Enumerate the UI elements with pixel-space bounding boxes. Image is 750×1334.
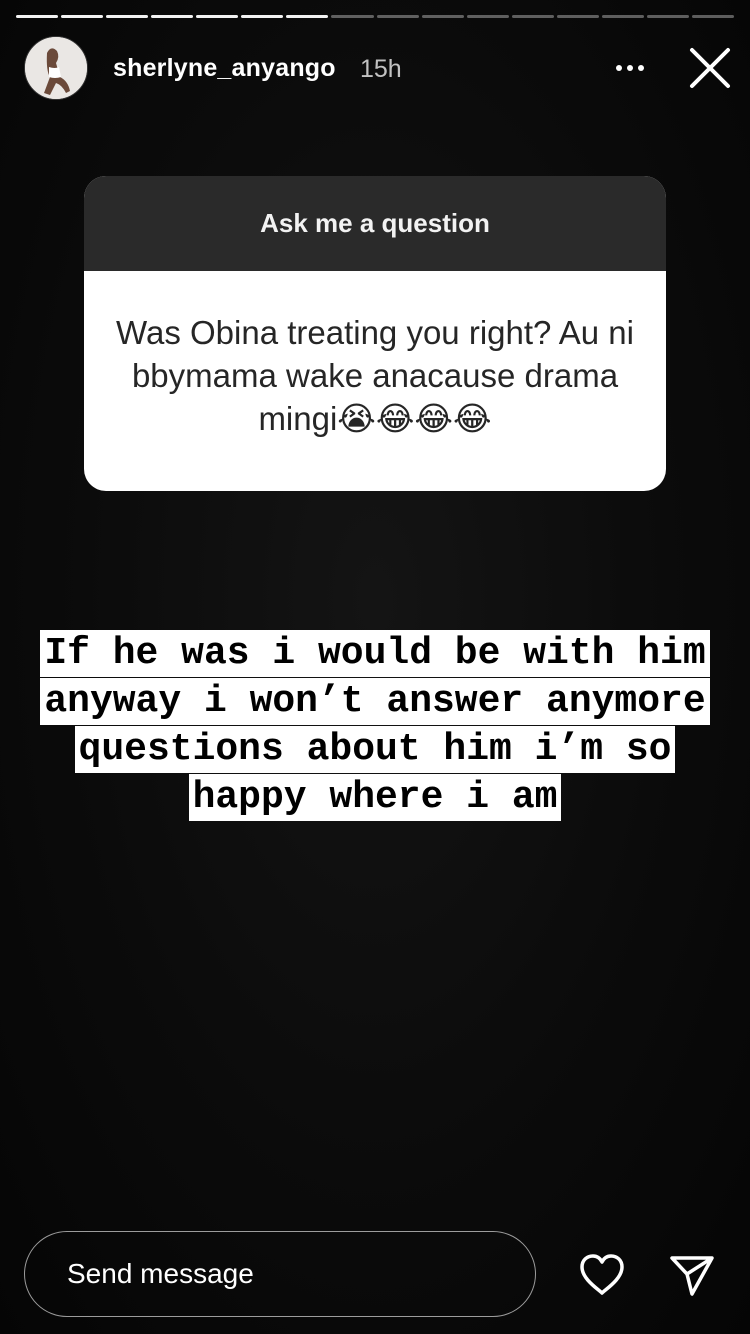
answer-text: If he was i would be with him anyway i w… [40,630,710,821]
question-sticker: Ask me a question Was Obina treating you… [84,176,666,491]
story-header: sherlyne_anyango 15h [24,36,734,100]
progress-segment [331,15,374,18]
post-time: 15h [360,55,402,83]
progress-segment [421,15,464,18]
progress-segment [286,15,329,18]
question-sticker-title: Ask me a question [84,176,666,271]
progress-segment [196,15,239,18]
progress-segment [151,15,194,18]
story-progress-bar [16,15,734,19]
progress-segment [106,15,149,18]
progress-segment [376,15,419,18]
send-icon [670,1256,714,1296]
more-dot [638,65,644,71]
more-options-button[interactable] [610,54,650,82]
progress-segment [16,15,59,18]
progress-segment [511,15,554,18]
answer-text-block: If he was i would be with him anyway i w… [40,630,710,822]
progress-segment [691,15,734,18]
close-button[interactable] [688,46,732,90]
more-dot [627,65,633,71]
send-message-placeholder: Send message [67,1258,254,1289]
like-button[interactable] [576,1249,628,1301]
progress-segment [646,15,689,18]
heart-icon [580,1254,624,1295]
progress-segment [241,15,284,18]
share-button[interactable] [666,1249,718,1301]
progress-segment [61,15,104,18]
more-horizontal-icon [616,65,622,71]
progress-segment [601,15,644,18]
close-icon [690,48,730,88]
progress-segment [556,15,599,18]
question-text: Was Obina treating you right? Au ni bbym… [116,313,634,437]
avatar[interactable] [24,36,88,100]
progress-segment [466,15,509,18]
send-message-input[interactable]: Send message [24,1231,536,1317]
avatar-photo-icon [25,37,87,99]
username[interactable]: sherlyne_anyango [113,54,336,83]
